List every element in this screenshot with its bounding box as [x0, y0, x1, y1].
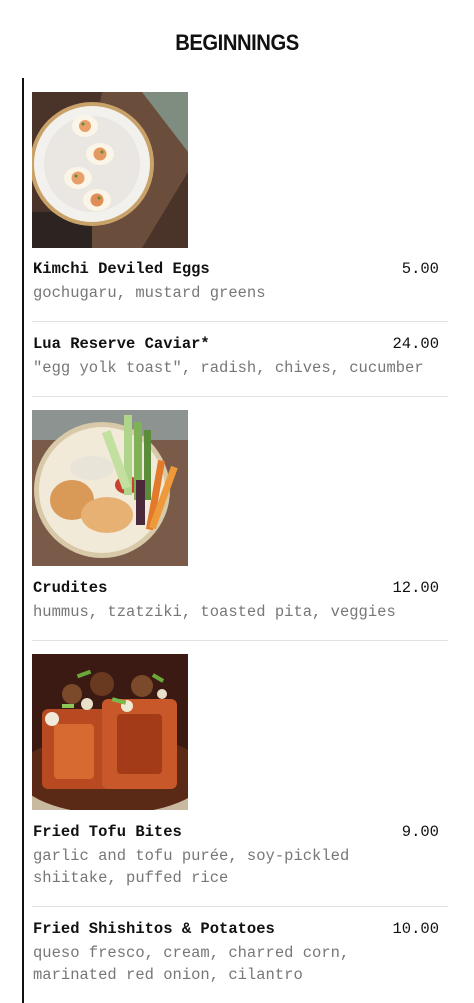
item-description: gochugaru, mustard greens [33, 284, 266, 302]
item-name: Fried Tofu Bites [33, 823, 182, 841]
divider [32, 321, 448, 322]
section-title: BEGINNINGS [175, 30, 299, 55]
item-name: Lua Reserve Caviar* [33, 335, 210, 353]
item-description: queso fresco, cream, charred corn, marin… [33, 944, 350, 984]
divider [32, 906, 448, 907]
item-name: Crudites [33, 579, 108, 597]
divider [32, 396, 448, 397]
item-name: Fried Shishitos & Potatoes [33, 920, 275, 938]
vertical-rule [22, 78, 24, 1003]
item-description: hummus, tzatziki, toasted pita, veggies [33, 603, 396, 621]
tofu-photo[interactable] [32, 654, 188, 810]
item-price: 12.00 [392, 579, 439, 597]
item-name: Kimchi Deviled Eggs [33, 260, 210, 278]
item-description: "egg yolk toast", radish, chives, cucumb… [33, 359, 424, 377]
item-price: 5.00 [401, 260, 439, 278]
item-price: 10.00 [392, 920, 439, 938]
divider [32, 640, 448, 641]
item-price: 9.00 [401, 823, 439, 841]
item-price: 24.00 [392, 335, 439, 353]
deviled-eggs-photo[interactable] [32, 92, 188, 248]
crudites-photo[interactable] [32, 410, 188, 566]
item-description: garlic and tofu purée, soy-pickled shiit… [33, 847, 350, 887]
